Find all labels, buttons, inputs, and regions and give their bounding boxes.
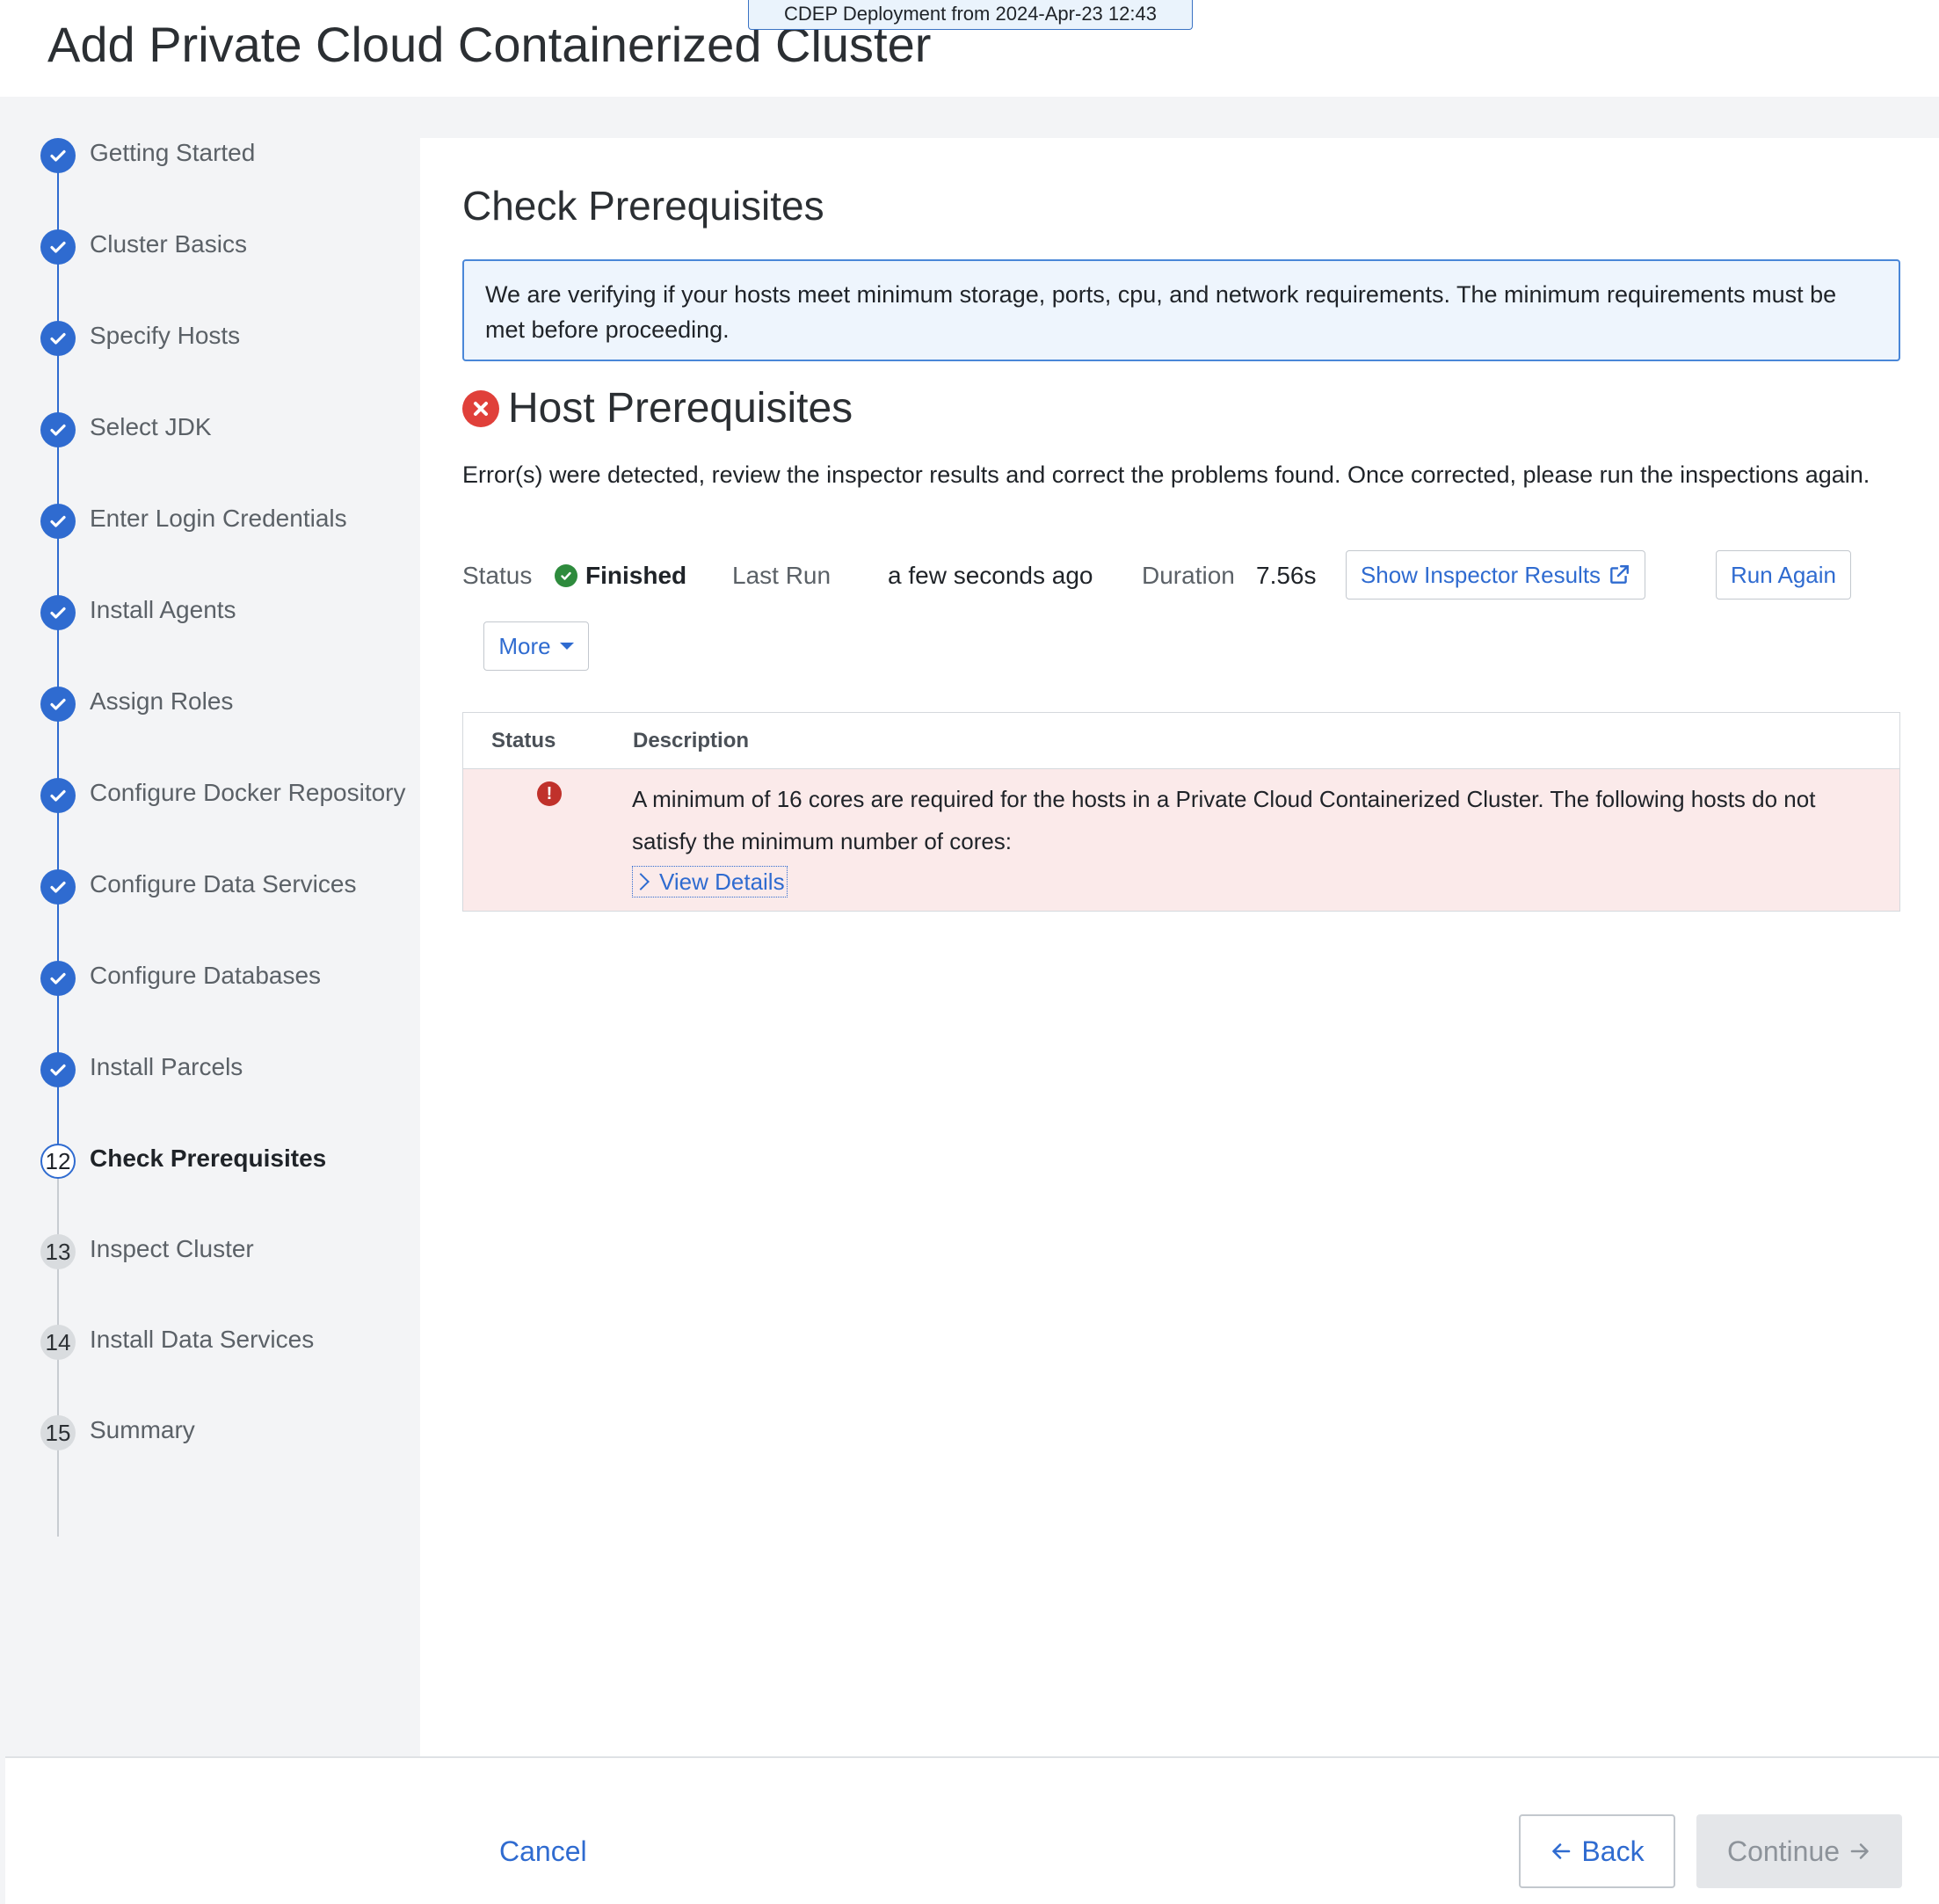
more-dropdown-button[interactable]: More <box>483 621 589 671</box>
step-label: Inspect Cluster <box>90 1235 254 1262</box>
check-icon <box>40 961 76 996</box>
status-value: Finished <box>585 562 687 589</box>
step-select-jdk[interactable]: Select JDK <box>0 403 420 455</box>
step-label: Getting Started <box>90 139 256 166</box>
step-label: Install Data Services <box>90 1326 315 1353</box>
check-icon <box>40 778 76 813</box>
step-install-data-services: 14 Install Data Services <box>0 1315 420 1368</box>
check-icon <box>40 595 76 630</box>
step-label: Configure Databases <box>90 962 322 989</box>
continue-label: Continue <box>1726 1835 1841 1867</box>
more-label: More <box>498 632 551 659</box>
step-label: Select JDK <box>90 413 212 440</box>
step-label: Configure Data Services <box>90 870 357 897</box>
step-number: 15 <box>40 1415 76 1450</box>
arrow-right-icon <box>1850 1843 1869 1859</box>
chevron-right-icon <box>632 873 650 890</box>
progress-line-done <box>57 156 59 1167</box>
inspector-results-table: Status Description ! A minimum of 16 cor… <box>462 712 1900 912</box>
step-install-agents[interactable]: Install Agents <box>0 585 420 638</box>
duration-value: 7.56s <box>1256 562 1317 589</box>
step-configure-databases[interactable]: Configure Databases <box>0 951 420 1004</box>
step-enter-login-credentials[interactable]: Enter Login Credentials <box>0 494 420 547</box>
step-label: Enter Login Credentials <box>90 505 347 532</box>
continue-button[interactable]: Continue <box>1696 1814 1902 1888</box>
error-x-icon <box>462 389 499 427</box>
check-icon <box>40 687 76 722</box>
check-circle-icon <box>555 564 577 587</box>
exclamation-circle-icon: ! <box>537 781 562 806</box>
step-assign-roles[interactable]: Assign Roles <box>0 677 420 730</box>
view-details-label: View Details <box>659 868 785 895</box>
step-check-prerequisites[interactable]: 12 Check Prerequisites <box>0 1134 420 1187</box>
step-label: Install Parcels <box>90 1053 243 1080</box>
deployment-badge: CDEP Deployment from 2024-Apr-23 12:43 <box>748 0 1193 30</box>
check-icon <box>40 1052 76 1087</box>
host-prerequisites-title: Host Prerequisites <box>508 385 853 432</box>
step-specify-hosts[interactable]: Specify Hosts <box>0 311 420 364</box>
step-label: Check Prerequisites <box>90 1145 327 1172</box>
step-getting-started[interactable]: Getting Started <box>0 128 420 181</box>
step-configure-data-services[interactable]: Configure Data Services <box>0 860 420 912</box>
step-label: Assign Roles <box>90 687 234 715</box>
step-install-parcels[interactable]: Install Parcels <box>0 1043 420 1095</box>
cancel-button[interactable]: Cancel <box>499 1835 587 1868</box>
table-row: ! A minimum of 16 cores are required for… <box>463 769 1899 911</box>
check-icon <box>40 504 76 539</box>
check-icon <box>40 229 76 265</box>
step-cluster-basics[interactable]: Cluster Basics <box>0 220 420 273</box>
step-label: Install Agents <box>90 596 236 623</box>
step-label: Summary <box>90 1416 195 1443</box>
page-header: Add Private Cloud Containerized Cluster … <box>0 0 1939 97</box>
main-panel: Check Prerequisites We are verifying if … <box>420 138 1939 1756</box>
step-label: Configure Docker Repository <box>90 779 406 806</box>
run-again-button[interactable]: Run Again <box>1716 550 1851 600</box>
step-configure-docker-repository[interactable]: Configure Docker Repository <box>0 768 420 821</box>
back-button[interactable]: Back <box>1519 1814 1675 1888</box>
step-number-current: 12 <box>40 1144 76 1179</box>
row-description: A minimum of 16 cores are required for t… <box>632 786 1816 854</box>
check-icon <box>40 138 76 173</box>
step-inspect-cluster: 13 Inspect Cluster <box>0 1225 420 1277</box>
arrow-left-icon <box>1552 1843 1571 1859</box>
check-icon <box>40 321 76 356</box>
check-icon <box>40 869 76 905</box>
step-label: Specify Hosts <box>90 322 241 349</box>
host-prerequisites-header: Host Prerequisites <box>462 384 853 432</box>
column-header-status: Status <box>491 729 556 752</box>
section-title: Check Prerequisites <box>462 183 824 229</box>
status-label: Status <box>462 562 533 589</box>
wizard-steps-sidebar: Getting Started Cluster Basics Specify H… <box>0 97 420 1756</box>
view-details-link[interactable]: View Details <box>632 866 788 897</box>
table-header-row: Status Description <box>463 713 1899 769</box>
last-run-label: Last Run <box>732 562 832 589</box>
info-alert: We are verifying if your hosts meet mini… <box>462 259 1900 361</box>
show-inspector-results-label: Show Inspector Results <box>1360 561 1601 588</box>
step-number: 14 <box>40 1325 76 1360</box>
back-label: Back <box>1581 1835 1645 1867</box>
show-inspector-results-button[interactable]: Show Inspector Results <box>1346 550 1645 600</box>
step-number: 13 <box>40 1234 76 1269</box>
step-summary: 15 Summary <box>0 1406 420 1458</box>
external-link-icon <box>1610 565 1630 584</box>
last-run-value: a few seconds ago <box>888 562 1093 589</box>
duration-label: Duration <box>1142 562 1235 589</box>
error-message: Error(s) were detected, review the inspe… <box>462 461 1870 488</box>
wizard-footer: Cancel Back Continue <box>5 1756 1939 1904</box>
column-header-description: Description <box>633 729 750 752</box>
caret-down-icon <box>559 643 574 650</box>
check-icon <box>40 412 76 447</box>
step-label: Cluster Basics <box>90 230 247 258</box>
